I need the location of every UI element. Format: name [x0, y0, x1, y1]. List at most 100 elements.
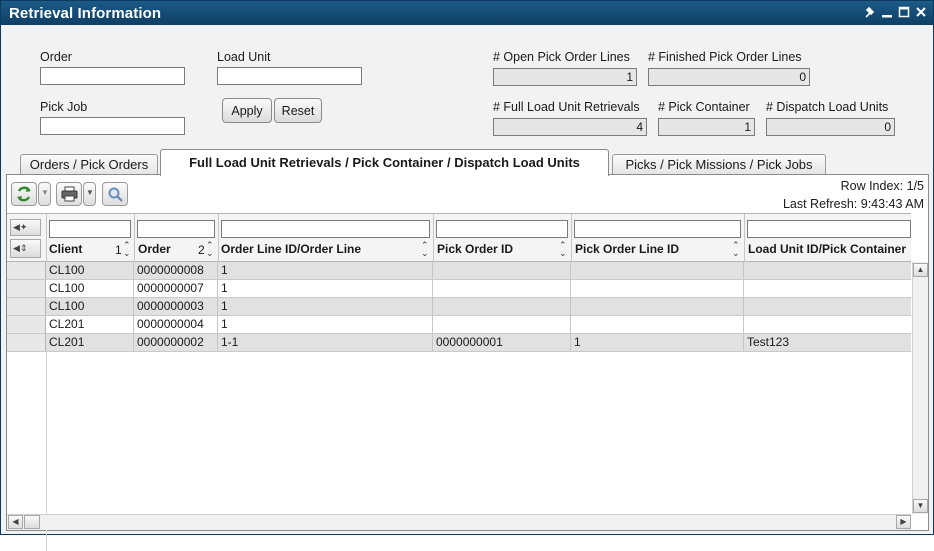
scroll-thumb[interactable] — [24, 515, 40, 529]
order-input[interactable] — [40, 67, 185, 85]
column-header-load-unit-id[interactable]: Load Unit ID/Pick Container — [748, 242, 906, 256]
cell-client: CL100 — [46, 280, 134, 297]
refresh-dropdown-button[interactable]: ▼ — [38, 182, 51, 206]
cell-pick-order-id — [433, 316, 571, 333]
cell-pick-order-id — [433, 280, 571, 297]
scroll-right-button[interactable]: ▶ — [896, 515, 911, 529]
sort-icon[interactable]: ⌃ ⌄ — [421, 241, 429, 258]
finished-pick-order-lines-value: 0 — [648, 68, 810, 86]
row-header[interactable] — [7, 334, 46, 351]
row-index: Row Index: 1/5 — [840, 179, 924, 193]
column-header-pick-order-line-id[interactable]: Pick Order Line ID — [575, 242, 679, 256]
row-header[interactable] — [7, 280, 46, 297]
tab-full-load-unit-retrievals[interactable]: Full Load Unit Retrievals / Pick Contain… — [160, 149, 609, 176]
column-divider — [571, 214, 572, 263]
reset-button[interactable]: Reset — [274, 98, 322, 123]
sort-icon[interactable]: ⌃ ⌄ — [123, 241, 131, 258]
cell-order: 0000000002 — [134, 334, 218, 351]
order-filter-input[interactable] — [137, 220, 215, 238]
minimize-icon[interactable] — [881, 5, 893, 19]
cell-order: 0000000004 — [134, 316, 218, 333]
cell-order-line: 1 — [218, 298, 433, 315]
table-row[interactable]: CL201 0000000004 1 — [7, 316, 911, 334]
pick-job-input[interactable] — [40, 117, 185, 135]
data-table: ◀✦ ◀⇕ Client 1 ⌃ ⌄ Order 2 ⌃ ⌄ Order Lin… — [7, 213, 928, 551]
cell-order-line: 1 — [218, 262, 433, 279]
column-divider — [433, 214, 434, 263]
column-header-order-line[interactable]: Order Line ID/Order Line — [221, 242, 361, 256]
cell-load-unit-id: Test123 — [747, 335, 790, 349]
pick-order-line-id-filter-input[interactable] — [574, 220, 741, 238]
maximize-icon[interactable] — [898, 5, 910, 19]
retrieval-information-window: Retrieval Information Order Load Unit Pi… — [0, 0, 934, 551]
full-load-unit-retrievals-label: # Full Load Unit Retrievals — [493, 100, 640, 114]
scroll-down-button[interactable]: ▼ — [913, 499, 928, 513]
cell-client: CL201 — [46, 316, 134, 333]
column-header-client[interactable]: Client — [49, 242, 82, 256]
tab-picks-pick-missions-pick-jobs[interactable]: Picks / Pick Missions / Pick Jobs — [612, 154, 826, 175]
row-nav-icon: ◀⇕ — [13, 243, 28, 253]
first-record-icon: ◀✦ — [13, 222, 28, 232]
column-divider — [134, 214, 135, 263]
pick-container-label: # Pick Container — [658, 100, 750, 114]
column-header-order[interactable]: Order — [138, 242, 171, 256]
tab-orders-pick-orders[interactable]: Orders / Pick Orders — [20, 154, 158, 175]
search-button[interactable] — [102, 182, 128, 206]
cell-pick-order-line-id: 1 — [571, 334, 744, 351]
row-header[interactable] — [7, 298, 46, 315]
pin-icon[interactable] — [864, 5, 876, 19]
table-row[interactable]: CL100 0000000007 1 — [7, 280, 911, 298]
cell-pick-order-id — [433, 262, 571, 279]
pick-job-label: Pick Job — [40, 100, 88, 114]
row-nav-button[interactable]: ◀⇕ — [10, 239, 41, 258]
row-header[interactable] — [7, 316, 46, 333]
dispatch-load-units-value: 0 — [766, 118, 895, 136]
apply-button[interactable]: Apply — [222, 98, 272, 123]
client-filter-input[interactable] — [49, 220, 131, 238]
cell-order: 0000000008 — [134, 262, 218, 279]
print-button[interactable] — [56, 182, 82, 206]
sort-icon[interactable]: ⌃ ⌄ — [206, 241, 214, 258]
column-header-pick-order-id[interactable]: Pick Order ID — [437, 242, 513, 256]
pick-container-value: 1 — [658, 118, 755, 136]
vertical-scrollbar[interactable]: ▲ ▼ — [912, 262, 928, 514]
row-header[interactable] — [7, 262, 46, 279]
pick-order-id-filter-input[interactable] — [436, 220, 568, 238]
sort-icon[interactable]: ⌃ ⌄ — [559, 241, 567, 258]
order-line-filter-input[interactable] — [221, 220, 430, 238]
cell-pick-order-line-id — [571, 316, 744, 333]
full-load-unit-retrievals-value: 4 — [493, 118, 647, 136]
table-row[interactable]: CL100 0000000008 1 — [7, 262, 911, 280]
open-pick-order-lines-value: 1 — [493, 68, 637, 86]
column-divider — [744, 214, 745, 263]
cell-order: 0000000007 — [134, 280, 218, 297]
search-icon — [107, 186, 124, 206]
cell-load-unit-id — [744, 316, 911, 333]
first-record-button[interactable]: ◀✦ — [10, 219, 41, 236]
scroll-left-button[interactable]: ◀ — [8, 515, 23, 529]
load-unit-input[interactable] — [217, 67, 362, 85]
close-icon[interactable] — [915, 5, 927, 19]
print-dropdown-button[interactable]: ▼ — [83, 182, 96, 206]
cell-pick-order-line-id — [571, 262, 744, 279]
tab-bar: Orders / Pick Orders Full Load Unit Retr… — [1, 149, 933, 176]
table-row[interactable]: CL201 0000000002 1-1 0000000001 1 Test12… — [7, 334, 911, 352]
cell-pick-order-line-id — [571, 280, 744, 297]
cell-pick-order-id — [433, 298, 571, 315]
load-unit-id-filter-input[interactable] — [747, 220, 911, 238]
scroll-up-button[interactable]: ▲ — [913, 263, 928, 277]
cell-order-line: 1 — [218, 316, 433, 333]
table-row[interactable]: CL100 0000000003 1 — [7, 298, 911, 316]
last-refresh: Last Refresh: 9:43:43 AM — [782, 197, 924, 211]
sort-icon[interactable]: ⌃ ⌄ — [732, 241, 740, 258]
refresh-button[interactable] — [11, 182, 37, 206]
cell-order-line: 1 — [218, 280, 433, 297]
tab-panel: ▼ ▼ Row Index: 1/5 Last Refresh: 9:43:43… — [6, 174, 929, 551]
table-header: ◀✦ ◀⇕ Client 1 ⌃ ⌄ Order 2 ⌃ ⌄ Order Lin… — [7, 213, 911, 263]
refresh-icon — [15, 185, 33, 206]
cell-load-unit-id — [744, 280, 911, 297]
window-title: Retrieval Information — [9, 5, 162, 22]
horizontal-scrollbar[interactable]: ◀ ▶ — [7, 514, 911, 530]
title-bar[interactable]: Retrieval Information — [1, 1, 933, 25]
open-pick-order-lines-label: # Open Pick Order Lines — [493, 50, 630, 64]
